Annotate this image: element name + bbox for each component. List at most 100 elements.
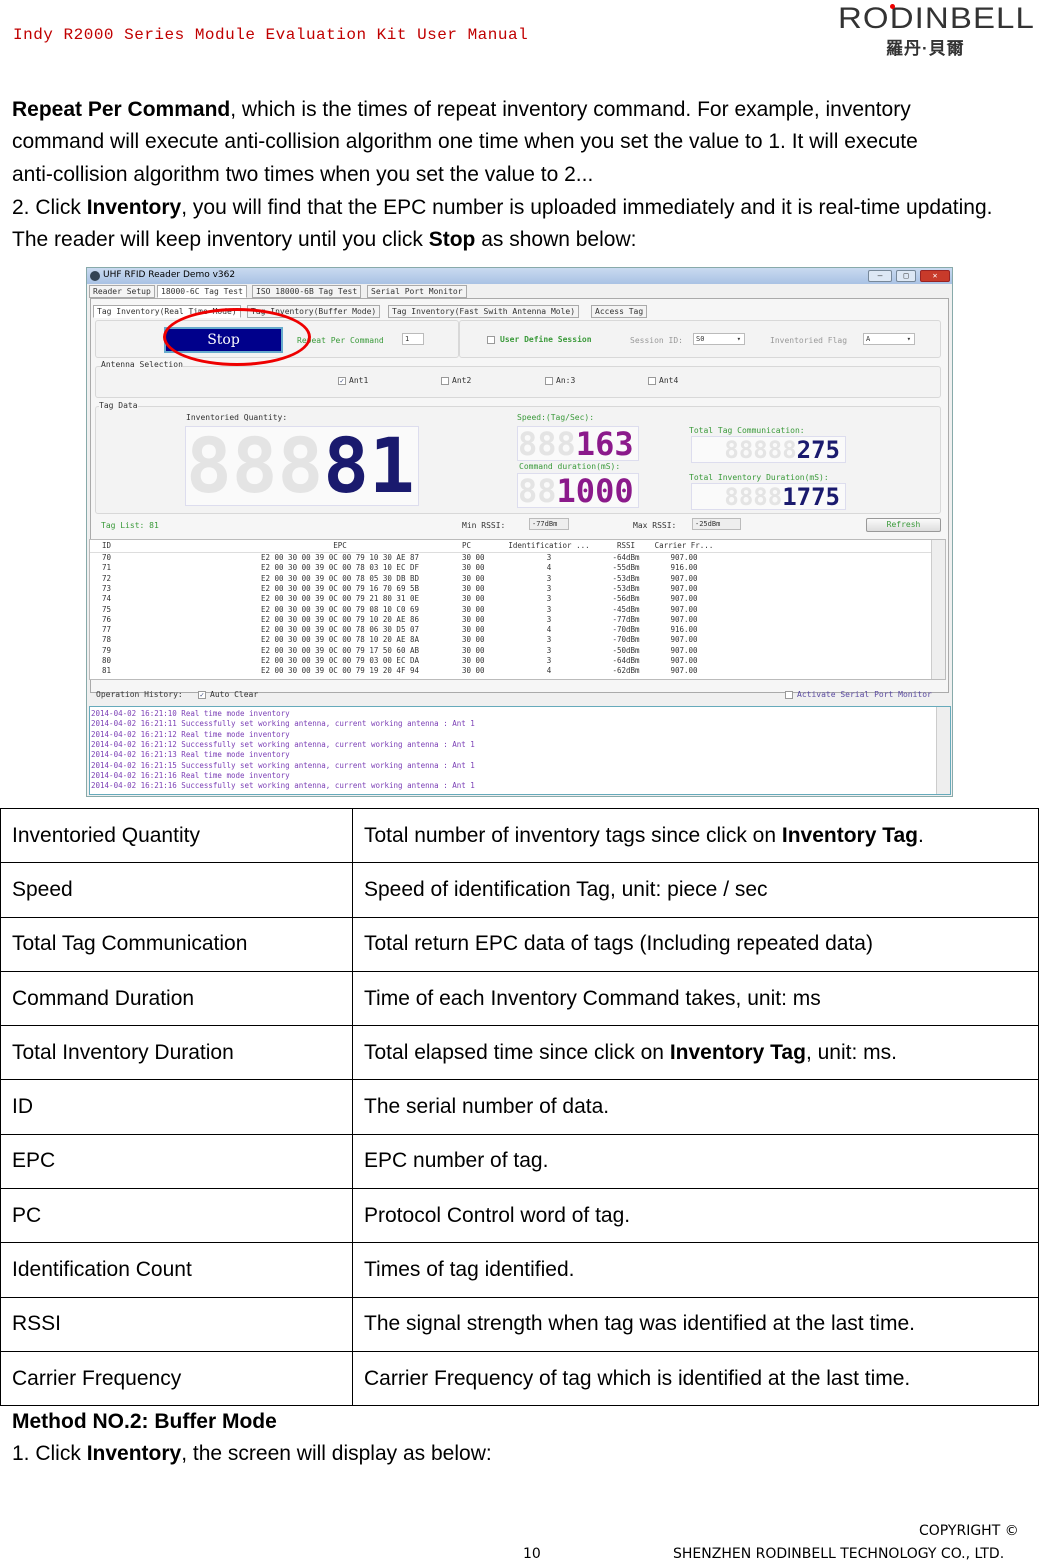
rodinbell-logo: RODINBELL 羅丹·貝爾 — [838, 2, 1035, 59]
antenna-selection-group — [95, 366, 941, 398]
description-cell: Protocol Control word of tag. — [352, 1188, 1039, 1244]
table-row: Total Tag Communication Total return EPC … — [0, 916, 1039, 972]
activate-monitor-checkbox[interactable] — [785, 691, 793, 699]
table-row[interactable]: 70 E2 00 30 00 39 0C 00 79 10 30 AE 87 30 … — [90, 553, 932, 563]
table-cell: 70 — [102, 553, 112, 562]
highlight-ellipse — [163, 308, 311, 366]
table-row[interactable]: 72 E2 00 30 00 39 0C 00 78 05 30 DB BD 30 … — [90, 574, 932, 584]
table-cell: 73 — [102, 583, 112, 593]
table-cell: 30 00 — [462, 573, 485, 583]
ant2-checkbox[interactable] — [441, 377, 449, 385]
tab-serial-port-monitor[interactable]: Serial Port Monitor — [367, 285, 467, 298]
table-cell: 907.00 — [670, 656, 698, 665]
auto-clear-checkbox[interactable]: ✓ — [198, 691, 206, 699]
table-cell: 3 — [546, 573, 552, 583]
command-duration-display: 881000 — [517, 473, 639, 508]
repeat-input[interactable]: 1 — [402, 333, 424, 345]
table-row[interactable]: 76 E2 00 30 00 39 0C 00 79 10 20 AE 86 30 … — [90, 615, 932, 625]
log-line: 2014-04-02 16:21:16 Successfully set wor… — [91, 781, 475, 791]
table-cell: 30 00 — [462, 553, 485, 562]
document-header: Indy R2000 Series Module Evaluation Kit … — [13, 26, 529, 44]
subtab-fast-switch[interactable]: Tag Inventory(Fast Swith Antenna Mole) — [388, 305, 580, 318]
table-cell: 3 — [546, 553, 552, 562]
ant4-checkbox[interactable] — [648, 377, 656, 385]
table-cell: E2 00 30 00 39 0C 00 78 06 30 D5 07 — [260, 625, 420, 635]
log-line: 2014-04-02 16:21:10 Real time mode inven… — [91, 709, 290, 718]
term-cell: PC — [0, 1188, 353, 1244]
max-rssi-value: -25dBm — [692, 518, 741, 530]
tag-list-table: ID EPC PC Identificatior ... RSSI Carrier Fr.… — [89, 539, 946, 680]
table-row[interactable]: 77 E2 00 30 00 39 0C 00 78 06 30 D5 07 30 … — [90, 625, 932, 635]
table-cell: -77dBm — [612, 614, 640, 624]
page-number: 10 — [523, 1546, 541, 1562]
min-rssi-label: Min RSSI: — [462, 521, 506, 530]
session-id-label: Session ID: — [630, 336, 683, 345]
table-row[interactable]: 80 E2 00 30 00 39 0C 00 79 03 00 EC DA 30 … — [90, 656, 932, 666]
table-row[interactable]: 81 E2 00 30 00 39 0C 00 79 19 20 4F 94 30 … — [90, 666, 932, 676]
log-line: 2014-04-02 16:21:12 Real time mode inven… — [91, 729, 290, 739]
refresh-button[interactable]: Refresh — [866, 518, 941, 532]
table-row[interactable]: 73 E2 00 30 00 39 0C 00 79 16 70 69 5B 30 … — [90, 584, 932, 594]
table-cell: 916.00 — [670, 625, 698, 635]
app-icon — [90, 271, 100, 281]
definition-table: Inventoried Quantity Total number of inve… — [0, 807, 1039, 1407]
tab-18000-6c[interactable]: 18000-6C Tag Test — [157, 285, 247, 298]
table-cell: 71 — [102, 563, 112, 573]
session-id-select[interactable]: S0 ▾ — [693, 333, 745, 345]
maximize-icon[interactable]: □ — [896, 270, 916, 282]
column-header: PC — [462, 541, 472, 550]
activate-monitor-label: Activate Serial Port Monitor — [797, 690, 932, 699]
tab-reader-setup[interactable]: Reader Setup — [89, 285, 155, 298]
total-tag-communication-display: 88888275 — [691, 436, 846, 463]
subtab-access-tag[interactable]: Access Tag — [591, 305, 648, 318]
table-cell: 3 — [546, 645, 552, 655]
table-cell: -64dBm — [612, 553, 640, 562]
table-row[interactable]: 71 E2 00 30 00 39 0C 00 78 03 10 EC DF 30 … — [90, 563, 932, 573]
description-cell: Total number of inventory tags since cli… — [352, 807, 1039, 864]
chevron-down-icon: ▾ — [736, 335, 741, 343]
min-rssi-value: -77dBm — [529, 518, 569, 530]
minimize-icon[interactable]: – — [868, 270, 892, 282]
table-cell: 30 00 — [462, 604, 485, 614]
table-cell: 30 00 — [462, 656, 485, 665]
table-cell: 907.00 — [670, 583, 698, 593]
inventoried-flag-select[interactable]: A ▾ — [863, 333, 915, 345]
ant1-checkbox[interactable]: ✓ — [338, 377, 346, 385]
term-cell: Total Tag Communication — [0, 916, 353, 972]
scrollbar[interactable] — [931, 540, 945, 679]
scrollbar[interactable] — [936, 707, 950, 794]
table-cell: -53dBm — [612, 573, 640, 583]
user-define-session-checkbox[interactable] — [487, 336, 495, 344]
table-cell: -56dBm — [612, 594, 640, 604]
table-row: Speed Speed of identification Tag, unit: … — [0, 862, 1039, 918]
tag-data-label: Tag Data — [99, 401, 138, 410]
table-cell: 907.00 — [670, 635, 698, 645]
table-cell: E2 00 30 00 39 0C 00 79 21 80 31 0E — [260, 594, 420, 604]
table-cell: -64dBm — [612, 656, 640, 665]
paragraph-line: Repeat Per Command, which is the times o… — [12, 98, 911, 121]
table-cell: 3 — [546, 604, 552, 614]
user-define-session-label: User Define Session — [500, 335, 592, 344]
tag-list-count: Tag List: 81 — [101, 521, 159, 530]
ant3-checkbox[interactable] — [545, 377, 553, 385]
log-line: 2014-04-02 16:21:12 Successfully set wor… — [91, 739, 475, 749]
table-row[interactable]: 74 E2 00 30 00 39 0C 00 79 21 80 31 0E 30 … — [90, 594, 932, 604]
term-cell: Total Inventory Duration — [0, 1025, 353, 1081]
table-row: PC Protocol Control word of tag. — [0, 1188, 1039, 1244]
ant4-label: Ant4 — [659, 376, 679, 385]
table-row[interactable]: 78 E2 00 30 00 39 0C 00 78 10 20 AE 8A 30 … — [90, 635, 932, 645]
close-icon[interactable]: ✕ — [920, 270, 950, 282]
table-cell: 907.00 — [670, 614, 698, 624]
table-cell: E2 00 30 00 39 0C 00 78 05 30 DB BD — [260, 573, 420, 583]
table-row: RSSI The signal strength when tag was ide… — [0, 1296, 1039, 1352]
log-line: 2014-04-02 16:21:16 Real time mode inven… — [91, 770, 290, 780]
table-row[interactable]: 79 E2 00 30 00 39 0C 00 79 17 50 60 AB 30 … — [90, 646, 932, 656]
ant1-label: Ant1 — [349, 376, 369, 385]
description-cell: Total return EPC data of tags (Including… — [352, 916, 1039, 972]
table-row[interactable]: 75 E2 00 30 00 39 0C 00 79 08 10 C0 69 30 … — [90, 605, 932, 615]
description-cell: The signal strength when tag was identif… — [352, 1296, 1039, 1352]
description-cell: Times of tag identified. — [352, 1242, 1039, 1298]
table-cell: 916.00 — [670, 563, 698, 573]
tab-iso-18000-6b[interactable]: ISO 18000-6B Tag Test — [252, 285, 362, 298]
table-cell: E2 00 30 00 39 0C 00 79 03 00 EC DA — [260, 656, 420, 665]
